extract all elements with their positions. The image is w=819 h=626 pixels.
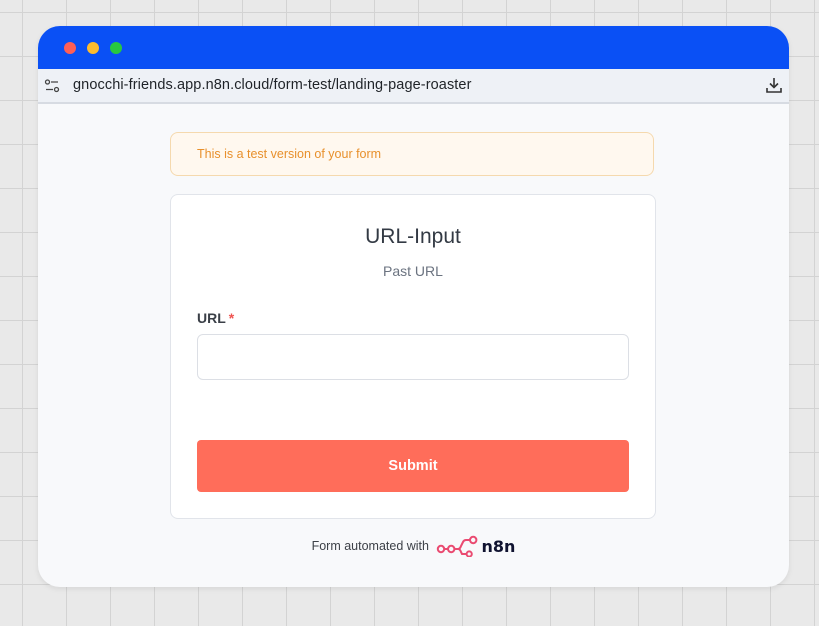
minimize-window-button[interactable]: [87, 42, 99, 54]
window-titlebar: [38, 26, 789, 69]
form-subtitle: Past URL: [383, 263, 443, 279]
url-text[interactable]: gnocchi-friends.app.n8n.cloud/form-test/…: [73, 77, 472, 93]
url-input[interactable]: [197, 334, 629, 380]
test-version-notice: This is a test version of your form: [170, 132, 654, 176]
notice-text: This is a test version of your form: [197, 147, 382, 161]
n8n-logo-icon: [437, 535, 478, 558]
form-card: URL-Input Past URL URL * Submit: [170, 194, 656, 519]
n8n-brand-text: n8n: [481, 536, 516, 556]
close-window-button[interactable]: [64, 42, 76, 54]
page-content: This is a test version of your form URL-…: [38, 104, 789, 587]
site-settings-icon[interactable]: [44, 78, 60, 94]
download-icon[interactable]: [765, 76, 783, 94]
address-bar[interactable]: gnocchi-friends.app.n8n.cloud/form-test/…: [38, 69, 789, 104]
footer: Form automated with n8n: [38, 535, 789, 558]
maximize-window-button[interactable]: [110, 42, 122, 54]
url-field-label: URL *: [197, 310, 234, 326]
browser-window: gnocchi-friends.app.n8n.cloud/form-test/…: [38, 26, 789, 587]
n8n-logo[interactable]: n8n: [436, 535, 516, 558]
submit-button[interactable]: Submit: [197, 440, 629, 492]
form-title: URL-Input: [365, 225, 461, 248]
url-label-text: URL: [197, 310, 226, 326]
required-star: *: [228, 310, 235, 326]
footer-text: Form automated with: [311, 539, 429, 553]
